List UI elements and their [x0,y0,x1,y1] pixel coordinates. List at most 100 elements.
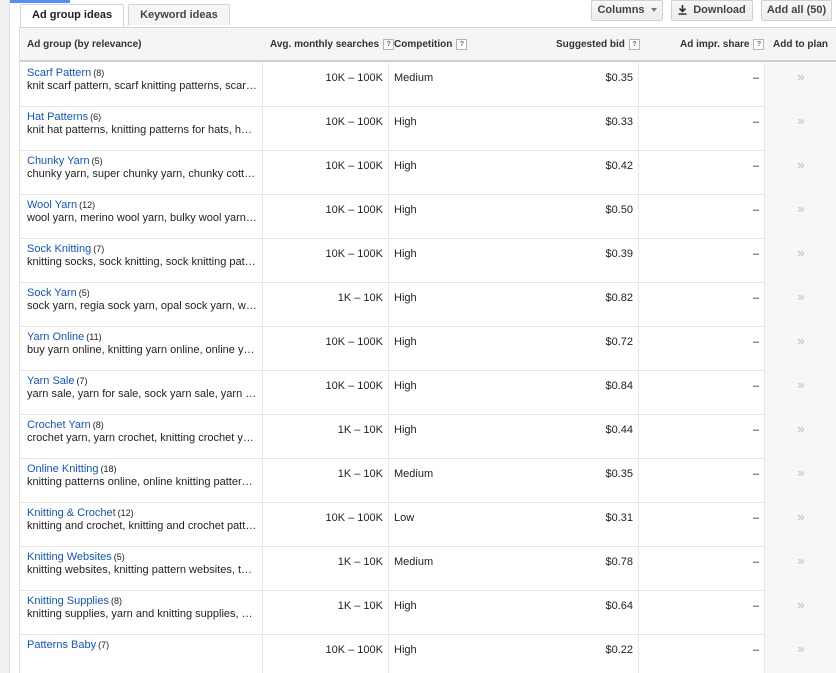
add-to-plan-button[interactable]: » [765,415,836,459]
add-to-plan-button[interactable]: » [765,459,836,503]
add-to-plan-button[interactable]: » [765,107,836,151]
suggested-bid-cell: $0.35 [513,459,639,503]
download-button[interactable]: Download [671,0,753,21]
ad-group-link[interactable]: Yarn Sale [27,375,75,387]
add-to-plan-button[interactable]: » [765,371,836,415]
add-all-button[interactable]: Add all (50) [761,0,832,21]
avg-searches-cell: 1K – 10K [263,459,389,503]
keyword-list: knitting websites, knitting pattern webs… [27,564,257,576]
double-chevron-right-icon: » [797,641,805,656]
help-icon[interactable]: ? [753,38,765,50]
keyword-list: yarn sale, yarn for sale, sock yarn sale… [27,388,257,400]
competition-cell: High [394,336,417,348]
ad-group-cell: Knitting & Crochet (12) knitting and croch… [20,503,263,547]
ad-impr-share-cell: – [639,591,765,635]
ad-group-link[interactable]: Online Knitting [27,463,99,475]
ad-group-link[interactable]: Knitting Supplies [27,595,109,607]
double-chevron-right-icon: » [797,377,805,392]
competition-cell: High [394,292,417,304]
suggested-bid-cell: $0.72 [513,327,639,371]
header-ad-group[interactable]: Ad group (by relevance) [27,28,141,61]
ad-impr-share-cell: – [639,107,765,151]
ad-group-link[interactable]: Patterns Baby [27,639,96,651]
avg-searches-cell: 10K – 100K [263,503,389,547]
avg-searches-cell: 10K – 100K [263,327,389,371]
ad-group-link[interactable]: Sock Knitting [27,243,91,255]
ad-impr-share-cell: – [639,415,765,459]
ad-group-link[interactable]: Crochet Yarn [27,419,91,431]
ad-group-link[interactable]: Knitting & Crochet [27,507,116,519]
ad-group-link[interactable]: Yarn Online [27,331,84,343]
header-competition[interactable]: Competition? [394,28,468,61]
avg-searches-cell: 10K – 100K [263,195,389,239]
help-icon[interactable]: ? [456,38,468,50]
help-icon[interactable]: ? [628,38,640,50]
add-to-plan-button[interactable]: » [765,63,836,107]
ad-group-link[interactable]: Chunky Yarn [27,155,90,167]
table-row: Online Knitting (18) knitting patterns onl… [20,459,836,503]
help-icon[interactable]: ? [383,38,395,50]
avg-searches-cell: 10K – 100K [263,107,389,151]
avg-searches-cell: 10K – 100K [263,635,389,673]
avg-searches-cell: 10K – 100K [263,239,389,283]
keyword-count: (8) [110,596,122,606]
keyword-count: (7) [93,244,105,254]
header-avg-searches[interactable]: Avg. monthly searches? [270,28,395,61]
add-to-plan-button[interactable]: » [765,327,836,371]
ad-group-cell: Online Knitting (18) knitting patterns onl… [20,459,263,503]
ad-group-link[interactable]: Hat Patterns [27,111,88,123]
ad-group-cell: Yarn Sale (7) yarn sale, yarn for sale, so… [20,371,263,415]
left-rail [0,0,10,673]
double-chevron-right-icon: » [797,289,805,304]
table-header: Ad group (by relevance) Avg. monthly sea… [20,27,836,62]
ad-impr-share-cell: – [639,503,765,547]
header-suggested-bid[interactable]: Suggested bid? [556,28,640,61]
table-row: Sock Yarn (5) sock yarn, regia sock yarn, … [20,283,836,327]
keyword-count: (12) [79,200,96,210]
table-row: Crochet Yarn (8) crochet yarn, yarn croche… [20,415,836,459]
ad-group-cell: Yarn Online (11) buy yarn online, knitting… [20,327,263,371]
competition-cell: Low [394,512,415,524]
header-ad-impr-share[interactable]: Ad impr. share? [680,28,765,61]
ad-group-cell: Chunky Yarn (5) chunky yarn, super chunky … [20,151,263,195]
ad-group-link[interactable]: Scarf Pattern [27,67,91,79]
ad-impr-share-cell: – [639,635,765,673]
ad-group-link[interactable]: Wool Yarn [27,199,77,211]
ad-impr-share-cell: – [639,459,765,503]
suggested-bid-cell: $0.64 [513,591,639,635]
table-row: Sock Knitting (7) knitting socks, sock kni… [20,239,836,283]
keyword-count: (8) [92,420,104,430]
table-row: Chunky Yarn (5) chunky yarn, super chunky … [20,151,836,195]
suggested-bid-cell: $0.39 [513,239,639,283]
add-to-plan-button[interactable]: » [765,635,836,673]
suggested-bid-cell: $0.42 [513,151,639,195]
ad-group-link[interactable]: Knitting Websites [27,551,112,563]
double-chevron-right-icon: » [797,113,805,128]
keyword-list: sock yarn, regia sock yarn, opal sock ya… [27,300,257,312]
competition-cell: Medium [394,468,434,480]
ad-impr-share-cell: – [639,547,765,591]
keyword-count: (7) [98,640,110,650]
keyword-count: (12) [117,508,134,518]
ad-impr-share-cell: – [639,283,765,327]
keyword-count: (5) [113,552,125,562]
columns-button[interactable]: Columns [591,0,663,21]
ad-group-cell: Hat Patterns (6) knit hat patterns, knitti… [20,107,263,151]
keyword-list: knitting socks, sock knitting, sock knit… [27,256,257,268]
keyword-list: buy yarn online, knitting yarn online, o… [27,344,257,356]
ad-group-link[interactable]: Sock Yarn [27,287,77,299]
competition-cell: Medium [394,556,434,568]
add-to-plan-button[interactable]: » [765,283,836,327]
competition-cell: High [394,160,417,172]
keyword-count: (6) [90,112,102,122]
add-to-plan-button[interactable]: » [765,547,836,591]
add-to-plan-button[interactable]: » [765,503,836,547]
keyword-list: knit scarf pattern, scarf knitting patte… [27,80,257,92]
double-chevron-right-icon: » [797,333,805,348]
table-row: Knitting Websites (5) knitting websites, k… [20,547,836,591]
add-to-plan-button[interactable]: » [765,151,836,195]
add-to-plan-button[interactable]: » [765,239,836,283]
add-to-plan-button[interactable]: » [765,195,836,239]
add-to-plan-button[interactable]: » [765,591,836,635]
keyword-list: crochet yarn, yarn crochet, knitting cro… [27,432,257,444]
